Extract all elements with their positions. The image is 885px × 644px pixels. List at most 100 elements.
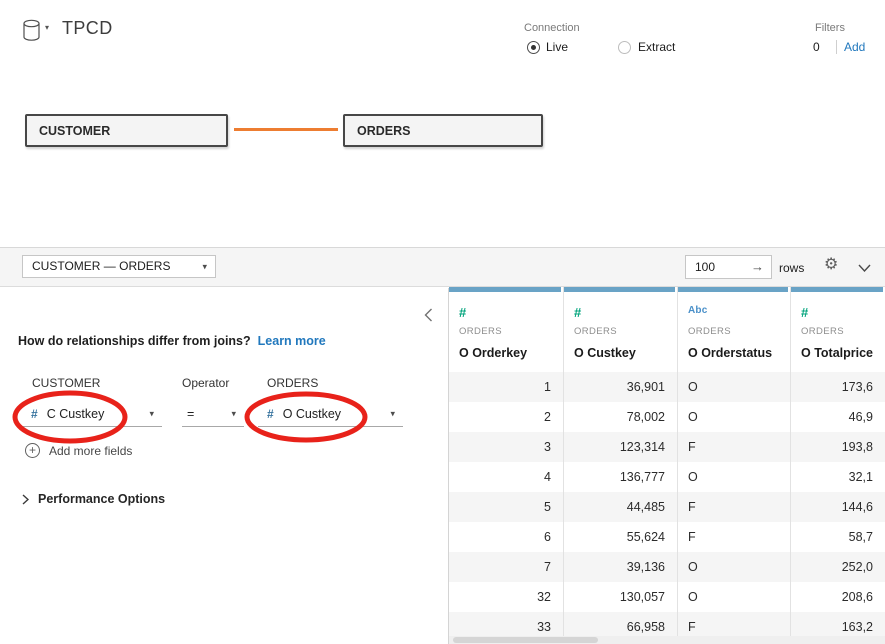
grid-header-row: #ORDERSO Orderkey#ORDERSO CustkeyAbcORDE… <box>449 287 885 372</box>
canvas-table-customer-label: CUSTOMER <box>39 124 110 138</box>
grid-body: 136,901O173,6278,002O46,93123,314F193,84… <box>449 372 885 642</box>
add-circle-icon: + <box>25 443 40 458</box>
right-field-dropdown[interactable]: # O Custkey ▾ <box>258 401 403 427</box>
table-cell: 173,6 <box>791 372 885 402</box>
table-cell: 123,314 <box>564 432 678 462</box>
apply-rows-arrow-icon[interactable]: → <box>751 256 764 278</box>
table-cell: 78,002 <box>564 402 678 432</box>
table-cell: F <box>678 522 791 552</box>
table-cell: O <box>678 552 791 582</box>
filters-count: 0 <box>813 40 820 54</box>
gear-icon[interactable]: ⚙ <box>824 257 838 273</box>
column-table-caption: ORDERS <box>801 326 885 337</box>
table-row: 655,624F58,7 <box>449 522 885 552</box>
add-more-fields-button[interactable]: + Add more fields <box>25 443 132 458</box>
table-cell: O <box>678 582 791 612</box>
text-type-icon: Abc <box>688 305 790 320</box>
column-selection-bar[interactable] <box>678 287 788 292</box>
chevron-down-icon[interactable] <box>858 264 871 272</box>
add-more-fields-label: Add more fields <box>49 444 132 458</box>
database-icon[interactable] <box>22 19 41 42</box>
relationship-help-text: How do relationships differ from joins? L… <box>18 334 326 348</box>
column-header[interactable]: #ORDERSO Totalprice <box>791 287 885 372</box>
live-radio[interactable] <box>527 41 540 54</box>
table-row: 544,485F144,6 <box>449 492 885 522</box>
filters-divider <box>836 40 837 54</box>
database-menu-caret-icon[interactable]: ▾ <box>45 23 49 32</box>
datagrid-toolbar: CUSTOMER — ORDERS ▾ 100 → rows ⚙ <box>0 247 885 287</box>
table-cell: 36,901 <box>564 372 678 402</box>
canvas-table-customer[interactable]: CUSTOMER <box>25 114 228 147</box>
column-table-caption: ORDERS <box>688 326 790 337</box>
learn-more-link[interactable]: Learn more <box>258 334 326 348</box>
relationship-question: How do relationships differ from joins? <box>18 334 251 348</box>
column-header[interactable]: # ORDERS O Orderkey <box>449 287 564 372</box>
table-row: 739,136O252,0 <box>449 552 885 582</box>
table-cell: 136,777 <box>564 462 678 492</box>
operator-value: = <box>187 407 194 421</box>
left-field-value: C Custkey <box>47 407 105 421</box>
performance-options-expander[interactable]: Performance Options <box>22 492 165 506</box>
table-cell: 2 <box>449 402 564 432</box>
canvas-table-orders[interactable]: ORDERS <box>343 114 543 147</box>
relationship-selector-value: CUSTOMER — ORDERS <box>32 259 170 273</box>
table-cell: 44,485 <box>564 492 678 522</box>
number-type-icon: # <box>267 407 274 421</box>
operator-dropdown[interactable]: = ▾ <box>182 401 244 427</box>
column-selection-bar[interactable] <box>791 287 883 292</box>
table-cell: 193,8 <box>791 432 885 462</box>
left-field-dropdown[interactable]: # C Custkey ▾ <box>18 401 162 427</box>
column-table-caption: ORDERS <box>459 326 563 337</box>
table-cell: 3 <box>449 432 564 462</box>
number-type-icon: # <box>31 407 38 421</box>
number-type-icon: # <box>801 305 885 320</box>
number-type-icon: # <box>459 305 563 320</box>
add-filter-link[interactable]: Add <box>844 40 865 54</box>
relationship-connector-line[interactable] <box>234 128 338 131</box>
table-cell: 32 <box>449 582 564 612</box>
filters-section-label: Filters <box>815 22 845 34</box>
chevron-down-icon: ▾ <box>149 408 154 419</box>
live-radio-label[interactable]: Live <box>546 40 568 54</box>
extract-radio[interactable] <box>618 41 631 54</box>
column-selection-bar[interactable] <box>564 287 675 292</box>
column-header[interactable]: AbcORDERSO Orderstatus <box>678 287 791 372</box>
column-field-name: O Orderkey <box>459 346 563 360</box>
right-table-column-label: ORDERS <box>267 376 318 390</box>
chevron-right-icon <box>22 494 29 505</box>
table-cell: 252,0 <box>791 552 885 582</box>
tableau-datasource-page: ▾ TPCD Connection Live Extract Filters 0… <box>0 0 885 644</box>
left-table-column-label: CUSTOMER <box>32 376 100 390</box>
page-title: TPCD <box>62 18 113 39</box>
column-selection-bar[interactable] <box>449 287 561 292</box>
horizontal-scrollbar-thumb[interactable] <box>453 637 598 643</box>
connection-section-label: Connection <box>524 22 580 34</box>
column-table-caption: ORDERS <box>574 326 677 337</box>
table-row: 3123,314F193,8 <box>449 432 885 462</box>
table-cell: 46,9 <box>791 402 885 432</box>
table-cell: 32,1 <box>791 462 885 492</box>
chevron-down-icon: ▾ <box>202 256 207 277</box>
canvas-table-orders-label: ORDERS <box>357 124 410 138</box>
rows-caption: rows <box>779 261 804 275</box>
table-cell: 6 <box>449 522 564 552</box>
table-row: 136,901O173,6 <box>449 372 885 402</box>
table-cell: F <box>678 492 791 522</box>
table-row: 32130,057O208,6 <box>449 582 885 612</box>
table-cell: O <box>678 402 791 432</box>
performance-options-label: Performance Options <box>38 492 165 506</box>
table-cell: 7 <box>449 552 564 582</box>
extract-radio-label[interactable]: Extract <box>638 40 675 54</box>
table-cell: O <box>678 462 791 492</box>
horizontal-scrollbar[interactable] <box>449 636 885 644</box>
operator-column-label: Operator <box>182 376 229 390</box>
column-header[interactable]: #ORDERSO Custkey <box>564 287 678 372</box>
relationship-selector-dropdown[interactable]: CUSTOMER — ORDERS ▾ <box>22 255 216 278</box>
table-cell: 5 <box>449 492 564 522</box>
collapse-pane-chevron-left-icon[interactable] <box>424 308 433 322</box>
rows-count-value: 100 <box>695 260 715 274</box>
rows-count-input[interactable]: 100 → <box>685 255 772 279</box>
number-type-icon: # <box>574 305 677 320</box>
table-cell: O <box>678 372 791 402</box>
table-cell: 130,057 <box>564 582 678 612</box>
